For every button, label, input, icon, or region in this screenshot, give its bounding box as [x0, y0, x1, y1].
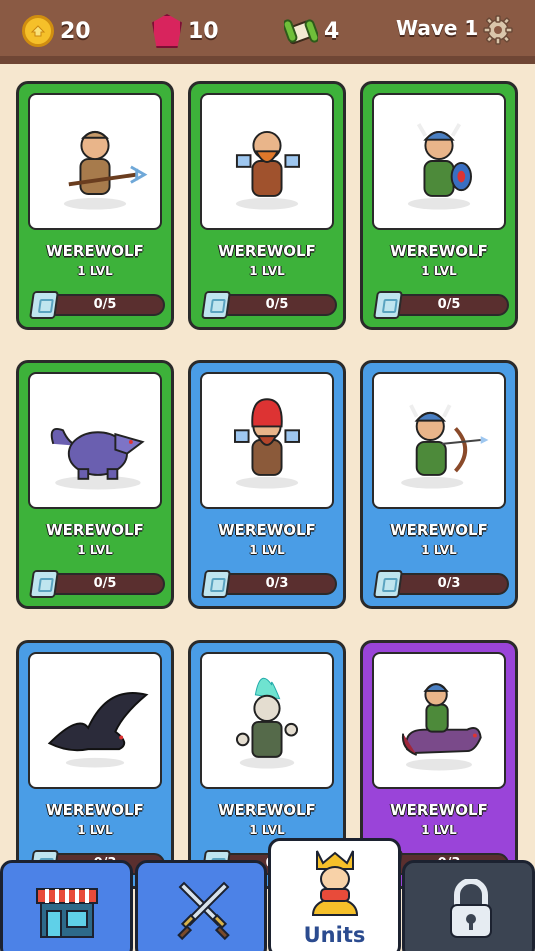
- gear-icon[interactable]: [482, 14, 514, 46]
- unit-level: 1 LVL: [421, 823, 457, 837]
- unit-level: 1 LVL: [77, 823, 113, 837]
- unit-card[interactable]: WEREWOLF 1 LVL 0/3: [360, 360, 518, 609]
- card-progress-bar: 0/5: [45, 573, 165, 595]
- wave-label: Wave 1: [396, 16, 479, 40]
- card-book-icon: [201, 291, 231, 319]
- axe-dwarf-art: [235, 130, 300, 210]
- card-progress-text: 0/5: [437, 297, 461, 312]
- card-book-icon: [29, 570, 59, 598]
- unit-name: WEREWOLF: [218, 521, 316, 539]
- card-book-icon: [373, 291, 403, 319]
- wolf-rider-art: [401, 683, 482, 771]
- padlock-icon: [445, 878, 497, 945]
- unit-name: WEREWOLF: [218, 801, 316, 819]
- card-book-icon: [373, 570, 403, 598]
- unit-portrait: [28, 372, 162, 509]
- unit-portrait: [200, 652, 334, 789]
- unit-name: WEREWOLF: [390, 521, 488, 539]
- shop-icon: [35, 881, 99, 945]
- card-book-icon: [29, 291, 59, 319]
- gold-coin-icon: [22, 15, 54, 47]
- unit-portrait: [200, 93, 334, 230]
- unit-name: WEREWOLF: [46, 521, 144, 539]
- red-hood-axes-art: [234, 398, 300, 489]
- units-tab-label: Units: [303, 923, 366, 947]
- unit-portrait: [372, 372, 506, 509]
- card-progress-text: 0/5: [93, 297, 117, 312]
- card-progress-text: 0/5: [265, 297, 289, 312]
- crossed-swords-icon: [172, 881, 236, 945]
- card-progress-bar: 0/5: [389, 294, 509, 316]
- unit-level: 1 LVL: [77, 264, 113, 278]
- crowned-king-icon: [309, 849, 361, 923]
- werewolf-art: [50, 428, 145, 490]
- top-bar-edge: [0, 56, 535, 64]
- unit-level: 1 LVL: [249, 823, 285, 837]
- unit-level: 1 LVL: [421, 264, 457, 278]
- locked-tab[interactable]: [402, 860, 535, 951]
- unit-portrait: [28, 652, 162, 789]
- ghost-art: [235, 677, 299, 769]
- unit-name: WEREWOLF: [390, 801, 488, 819]
- card-progress-bar: 0/3: [217, 573, 337, 595]
- card-book-icon: [201, 570, 231, 598]
- viking-archer-art: [401, 404, 489, 489]
- scroll-icon: [282, 16, 320, 46]
- scroll-count: 4: [324, 18, 340, 44]
- unit-card[interactable]: WEREWOLF 1 LVL 0/3: [188, 360, 346, 609]
- coin-counter: 20: [22, 12, 91, 50]
- unit-card[interactable]: WEREWOLF1 LVL0/3: [16, 640, 174, 889]
- unit-portrait: [200, 372, 334, 509]
- gem-count: 10: [188, 18, 219, 44]
- unit-level: 1 LVL: [421, 543, 457, 557]
- unit-card[interactable]: WEREWOLF 1 LVL 0/5: [16, 360, 174, 609]
- unit-level: 1 LVL: [77, 543, 113, 557]
- viking-shield-art: [407, 123, 472, 210]
- units-tab[interactable]: Units: [268, 838, 401, 951]
- scroll-counter: 4: [282, 12, 340, 50]
- card-progress-text: 0/5: [93, 576, 117, 591]
- card-progress-text: 0/3: [265, 576, 289, 591]
- spearman-art: [63, 130, 148, 210]
- unit-card[interactable]: WEREWOLF 1 LVL 0/5: [16, 81, 174, 330]
- unit-level: 1 LVL: [249, 264, 285, 278]
- card-progress-bar: 0/5: [45, 294, 165, 316]
- unit-card[interactable]: WEREWOLF 1 LVL 0/5: [188, 81, 346, 330]
- shop-tab[interactable]: [0, 860, 133, 951]
- card-progress-bar: 0/3: [389, 573, 509, 595]
- unit-name: WEREWOLF: [46, 801, 144, 819]
- unit-name: WEREWOLF: [46, 242, 144, 260]
- card-progress-bar: 0/5: [217, 294, 337, 316]
- gem-counter: 10: [152, 12, 219, 50]
- unit-name: WEREWOLF: [218, 242, 316, 260]
- battle-tab[interactable]: [135, 860, 267, 951]
- unit-level: 1 LVL: [249, 543, 285, 557]
- raven-art: [47, 692, 149, 768]
- coin-count: 20: [60, 18, 91, 44]
- unit-portrait: [28, 93, 162, 230]
- unit-portrait: [372, 652, 506, 789]
- unit-name: WEREWOLF: [390, 242, 488, 260]
- unit-portrait: [372, 93, 506, 230]
- unit-card[interactable]: WEREWOLF 1 LVL 0/5: [360, 81, 518, 330]
- card-progress-text: 0/3: [437, 576, 461, 591]
- red-gem-icon: [152, 14, 182, 48]
